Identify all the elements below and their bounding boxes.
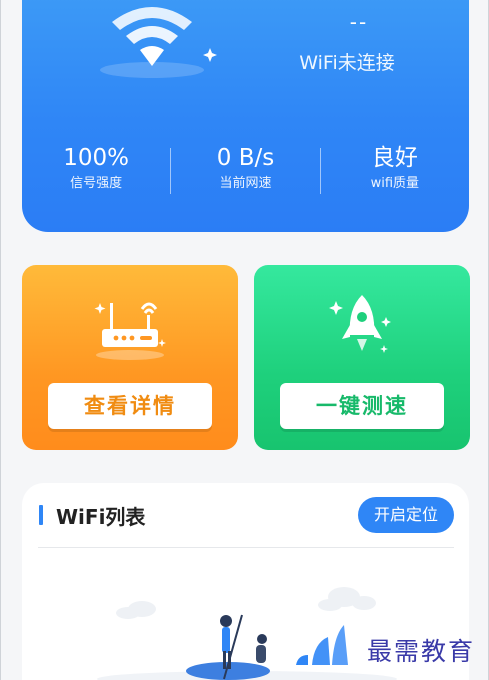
- enable-location-button[interactable]: 开启定位: [358, 497, 454, 533]
- wifi-ssid: --: [349, 10, 369, 34]
- rocket-icon: [329, 295, 391, 353]
- stat-signal-value: 100%: [63, 145, 130, 171]
- stat-speed-label: 当前网速: [219, 176, 272, 191]
- stat-wifi-quality: 良好 wifi质量: [321, 144, 469, 200]
- stat-signal-label: 信号强度: [70, 176, 123, 191]
- list-divider: [38, 547, 454, 548]
- stat-quality-value: 良好: [371, 145, 418, 171]
- stat-quality-label: wifi质量: [370, 176, 420, 191]
- speed-test-card[interactable]: 一键测速: [254, 265, 470, 450]
- wifi-status-card: -- WiFi未连接 100% 信号强度 0 B/s 当前网速 良好 wifi质…: [22, 0, 469, 232]
- speed-test-button[interactable]: 一键测速: [280, 383, 444, 429]
- details-card[interactable]: 查看详情: [22, 265, 238, 450]
- wifi-icon: [100, 7, 217, 78]
- wifi-connection-status: WiFi未连接: [299, 52, 395, 74]
- stat-signal-strength: 100% 信号强度: [22, 144, 170, 200]
- wifi-stats-row: 100% 信号强度 0 B/s 当前网速 良好 wifi质量: [22, 144, 469, 200]
- boat-illustration: [97, 587, 397, 680]
- view-details-button[interactable]: 查看详情: [48, 383, 212, 429]
- router-icon: [94, 302, 166, 360]
- stat-current-speed: 0 B/s 当前网速: [171, 144, 319, 200]
- watermark-text: 最需教育: [367, 637, 476, 666]
- title-accent-bar: [39, 505, 43, 525]
- wifi-list-title: WiFi列表: [56, 505, 146, 529]
- stat-speed-value: 0 B/s: [216, 145, 275, 171]
